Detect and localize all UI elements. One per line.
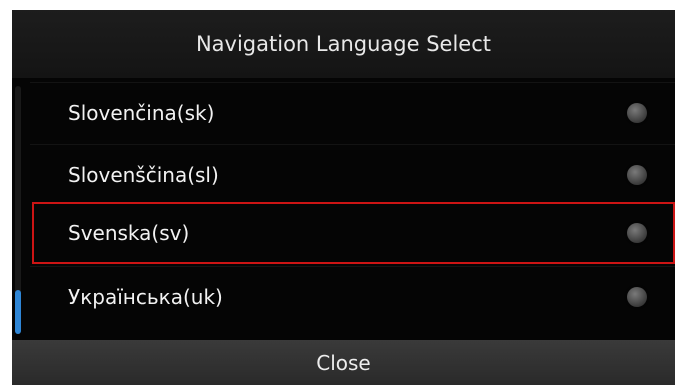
radio-button[interactable] [627, 103, 647, 123]
radio-button[interactable] [627, 165, 647, 185]
language-item-sv[interactable]: Svenska(sv) [32, 202, 675, 264]
close-button[interactable]: Close [12, 340, 675, 385]
scrollbar-thumb[interactable] [15, 290, 21, 334]
language-item-uk[interactable]: Українська(uk) [30, 266, 675, 327]
scrollbar[interactable] [15, 86, 21, 334]
language-select-screen: Navigation Language Select Slovenčina(sk… [12, 10, 675, 385]
language-list[interactable]: Slovenčina(sk) Slovenščina(sl) Svenska(s… [12, 78, 675, 340]
footer-bar: Close [12, 340, 675, 385]
radio-button[interactable] [627, 287, 647, 307]
title-bar: Navigation Language Select [12, 10, 675, 78]
language-label: Українська(uk) [68, 285, 223, 309]
radio-button[interactable] [627, 223, 647, 243]
language-item-sk[interactable]: Slovenčina(sk) [30, 82, 675, 143]
page-title: Navigation Language Select [195, 32, 492, 56]
close-button-label: Close [316, 350, 371, 375]
language-item-sl[interactable]: Slovenščina(sl) [30, 144, 675, 205]
language-label: Slovenčina(sk) [68, 101, 215, 125]
language-label: Svenska(sv) [68, 221, 190, 245]
language-label: Slovenščina(sl) [68, 163, 219, 187]
